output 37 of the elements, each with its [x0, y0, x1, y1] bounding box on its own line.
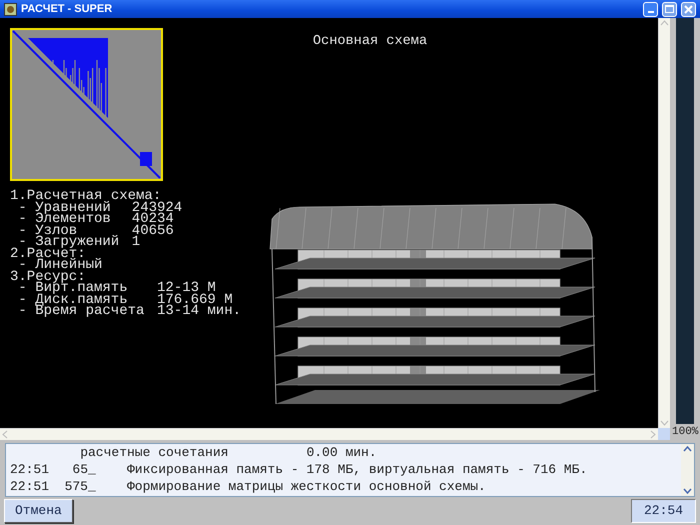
summary-value: 40656	[132, 226, 174, 237]
summary-value: 12-13 М	[157, 283, 216, 294]
scroll-up-icon[interactable]	[681, 444, 694, 454]
summary-label: - Уравнений	[18, 202, 112, 214]
summary-value: 13-14 мин.	[157, 306, 242, 318]
summary-label: - Узлов	[18, 226, 78, 237]
log-value: 0.00 мин.	[306, 444, 377, 461]
window-title: РАСЧЕТ - SUPER	[21, 2, 114, 17]
summary-label: - Диск.память	[18, 294, 128, 306]
maximize-button[interactable]	[662, 2, 677, 16]
cancel-button[interactable]: Отмена	[4, 499, 73, 523]
summary-value: 176.669 М	[157, 294, 233, 306]
zoom-level: 100%	[671, 424, 700, 440]
section-heading: 3.Ресурс:	[10, 272, 86, 283]
log-count: 575_	[64, 478, 96, 495]
summary-label: - Линейный	[18, 260, 104, 272]
clock-display: 22:54	[630, 499, 696, 523]
minimize-button[interactable]	[643, 2, 658, 16]
summary-label: - Время расчета	[18, 306, 146, 318]
view-title: Основная схема	[312, 33, 428, 51]
summary-value: 40234	[132, 214, 174, 226]
summary-label: - Элементов	[18, 214, 112, 226]
log-message: расчетные сочетания	[80, 444, 228, 461]
close-button[interactable]	[681, 2, 696, 16]
summary-value: 243924	[132, 202, 182, 214]
section-heading: 1.Расчетная схема:	[10, 191, 162, 202]
log-scrollbar[interactable]	[681, 444, 694, 496]
summary-label: - Вирт.память	[18, 283, 129, 294]
log-message: Фиксированная память - 178 МБ, виртуальная память - 716 МБ.	[127, 461, 588, 478]
log-time: 22:51	[10, 478, 49, 495]
log-message: Формирование матрицы жесткости основной схемы.	[127, 478, 486, 495]
scrollbar-corner	[658, 428, 670, 440]
summary-value: 1	[132, 237, 140, 248]
log-count: 65_	[71, 461, 96, 478]
app-icon	[4, 2, 17, 16]
log-time: 22:51	[10, 461, 49, 478]
scroll-down-icon[interactable]	[681, 486, 694, 496]
